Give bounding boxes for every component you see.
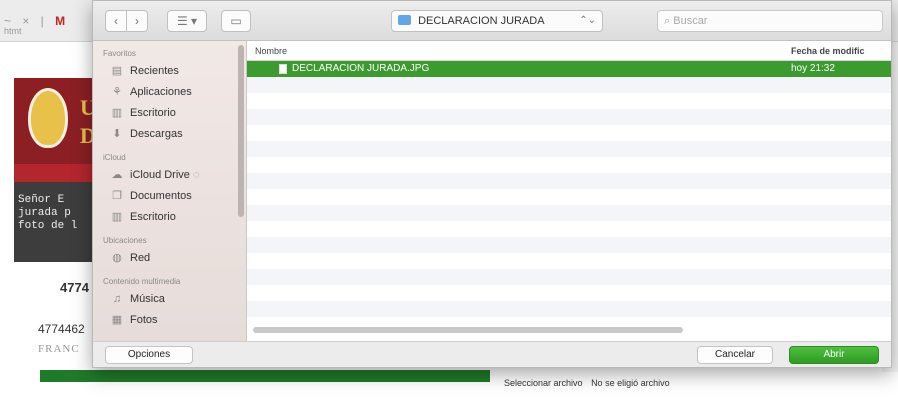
- sidebar-item-label: Descargas: [130, 128, 183, 140]
- sync-progress-icon: ◌: [192, 169, 200, 181]
- group-button[interactable]: ▭: [221, 10, 251, 32]
- applications-icon: ⚘: [112, 86, 122, 98]
- empty-row: [247, 93, 891, 109]
- sidebar-item-escritorio[interactable]: ▥ Escritorio: [93, 103, 246, 124]
- path-popup[interactable]: DECLARACION JURADA ⌃⌄: [391, 10, 603, 32]
- dialog-toolbar: ‹ › ☰ ▾ ▭ DECLARACION JURADA ⌃⌄ ⌕ Buscar: [93, 1, 891, 41]
- empty-row: [247, 285, 891, 301]
- file-status: No se eligió archivo: [591, 378, 670, 388]
- empty-row: [247, 253, 891, 269]
- recents-icon: ▤: [111, 65, 123, 77]
- photos-icon: ▦: [111, 314, 123, 326]
- column-header: Nombre Fecha de modific: [247, 41, 891, 61]
- message-box: Señor E jurada p foto de l: [14, 182, 104, 262]
- column-name[interactable]: Nombre: [255, 46, 287, 56]
- sidebar-item-fotos[interactable]: ▦ Fotos: [93, 310, 246, 331]
- sidebar-section-icloud: iCloud: [103, 153, 126, 162]
- university-crest: [28, 88, 68, 148]
- sidebar-section-media: Contenido multimedia: [103, 277, 181, 286]
- desktop-icon: ▥: [111, 211, 123, 223]
- search-placeholder: Buscar: [673, 15, 708, 27]
- sidebar-item-recientes[interactable]: ▤ Recientes: [93, 61, 246, 82]
- file-open-dialog: ‹ › ☰ ▾ ▭ DECLARACION JURADA ⌃⌄ ⌕ Buscar…: [92, 0, 892, 368]
- sidebar-item-label: Música: [130, 293, 165, 305]
- chevron-right-icon: ›: [135, 14, 139, 28]
- file-name: DECLARACION JURADA.JPG: [292, 63, 430, 74]
- icloud-icon: ☁: [111, 169, 123, 181]
- sidebar-item-musica[interactable]: ♫ Música: [93, 289, 246, 310]
- banner-strip: [14, 164, 104, 182]
- desktop-icon: ▥: [111, 107, 123, 119]
- search-field[interactable]: ⌕ Buscar: [657, 10, 883, 32]
- number-primary: 4774: [60, 280, 89, 295]
- window-icon: ▭: [230, 14, 242, 28]
- empty-row: [247, 221, 891, 237]
- file-rows: DECLARACION JURADA.JPG hoy 21:32: [247, 61, 891, 333]
- sidebar-item-label: Red: [130, 252, 151, 264]
- cancel-button[interactable]: Cancelar: [697, 346, 773, 364]
- column-date[interactable]: Fecha de modific: [791, 46, 865, 56]
- empty-row: [247, 205, 891, 221]
- path-label: DECLARACION JURADA: [418, 15, 545, 27]
- sidebar-item-label: Escritorio: [130, 211, 176, 223]
- file-list: Nombre Fecha de modific DECLARACION JURA…: [247, 41, 891, 341]
- back-button[interactable]: ‹: [105, 10, 127, 32]
- empty-row: [247, 77, 891, 93]
- empty-row: [247, 157, 891, 173]
- sidebar-item-escritorio-icloud[interactable]: ▥ Escritorio: [93, 207, 246, 228]
- documents-icon: ❐: [112, 190, 122, 202]
- sidebar-item-label: iCloud Drive: [130, 169, 190, 181]
- sidebar: Favoritos ▤ Recientes ⚘ Aplicaciones ▥ Escr…: [93, 41, 247, 341]
- sidebar-item-aplicaciones[interactable]: ⚘ Aplicaciones: [93, 82, 246, 103]
- sidebar-item-label: Documentos: [130, 190, 192, 202]
- sidebar-item-red[interactable]: ◍ Red: [93, 248, 246, 269]
- progress-bar: [40, 370, 490, 382]
- forward-button[interactable]: ›: [126, 10, 148, 32]
- university-banner: U D: [14, 78, 104, 164]
- empty-row: [247, 173, 891, 189]
- sidebar-item-descargas[interactable]: ⬇ Descargas: [93, 124, 246, 145]
- search-icon: ⌕: [664, 15, 671, 27]
- number-secondary: 4774462: [38, 322, 85, 336]
- empty-row: [247, 141, 891, 157]
- network-icon: ◍: [112, 252, 122, 264]
- updown-icon: ⌃⌄: [579, 15, 596, 26]
- select-file-button[interactable]: Seleccionar archivo: [504, 378, 583, 388]
- file-input[interactable]: Seleccionar archivo No se eligió archivo: [504, 378, 670, 388]
- sidebar-item-label: Escritorio: [130, 107, 176, 119]
- music-icon: ♫: [112, 293, 122, 305]
- list-view-icon: ☰ ▾: [176, 14, 198, 28]
- empty-row: [247, 189, 891, 205]
- name-fragment: FRANC: [38, 343, 80, 355]
- chevron-left-icon: ‹: [114, 14, 118, 28]
- sidebar-scrollbar[interactable]: [238, 45, 244, 217]
- empty-row: [247, 237, 891, 253]
- empty-row: [247, 125, 891, 141]
- folder-icon: [398, 15, 411, 25]
- downloads-icon: ⬇: [112, 128, 122, 140]
- file-row[interactable]: DECLARACION JURADA.JPG hoy 21:32: [247, 61, 891, 77]
- view-mode-button[interactable]: ☰ ▾: [167, 10, 207, 32]
- sidebar-item-label: Recientes: [130, 65, 179, 77]
- dialog-button-bar: Opciones Cancelar Abrir: [93, 341, 891, 367]
- sidebar-item-label: Aplicaciones: [130, 86, 192, 98]
- file-date: hoy 21:32: [791, 63, 835, 74]
- horizontal-scrollbar[interactable]: [253, 327, 683, 333]
- sidebar-section-favorites: Favoritos: [103, 49, 136, 58]
- empty-row: [247, 109, 891, 125]
- empty-row: [247, 301, 891, 317]
- open-button[interactable]: Abrir: [789, 346, 879, 364]
- sidebar-item-icloud-drive[interactable]: ☁ iCloud Drive ◌: [93, 165, 246, 186]
- sidebar-item-label: Fotos: [130, 314, 158, 326]
- options-button[interactable]: Opciones: [105, 346, 193, 364]
- jpg-file-icon: [279, 64, 287, 74]
- sidebar-item-documentos[interactable]: ❐ Documentos: [93, 186, 246, 207]
- empty-row: [247, 269, 891, 285]
- sidebar-section-locations: Ubicaciones: [103, 236, 147, 245]
